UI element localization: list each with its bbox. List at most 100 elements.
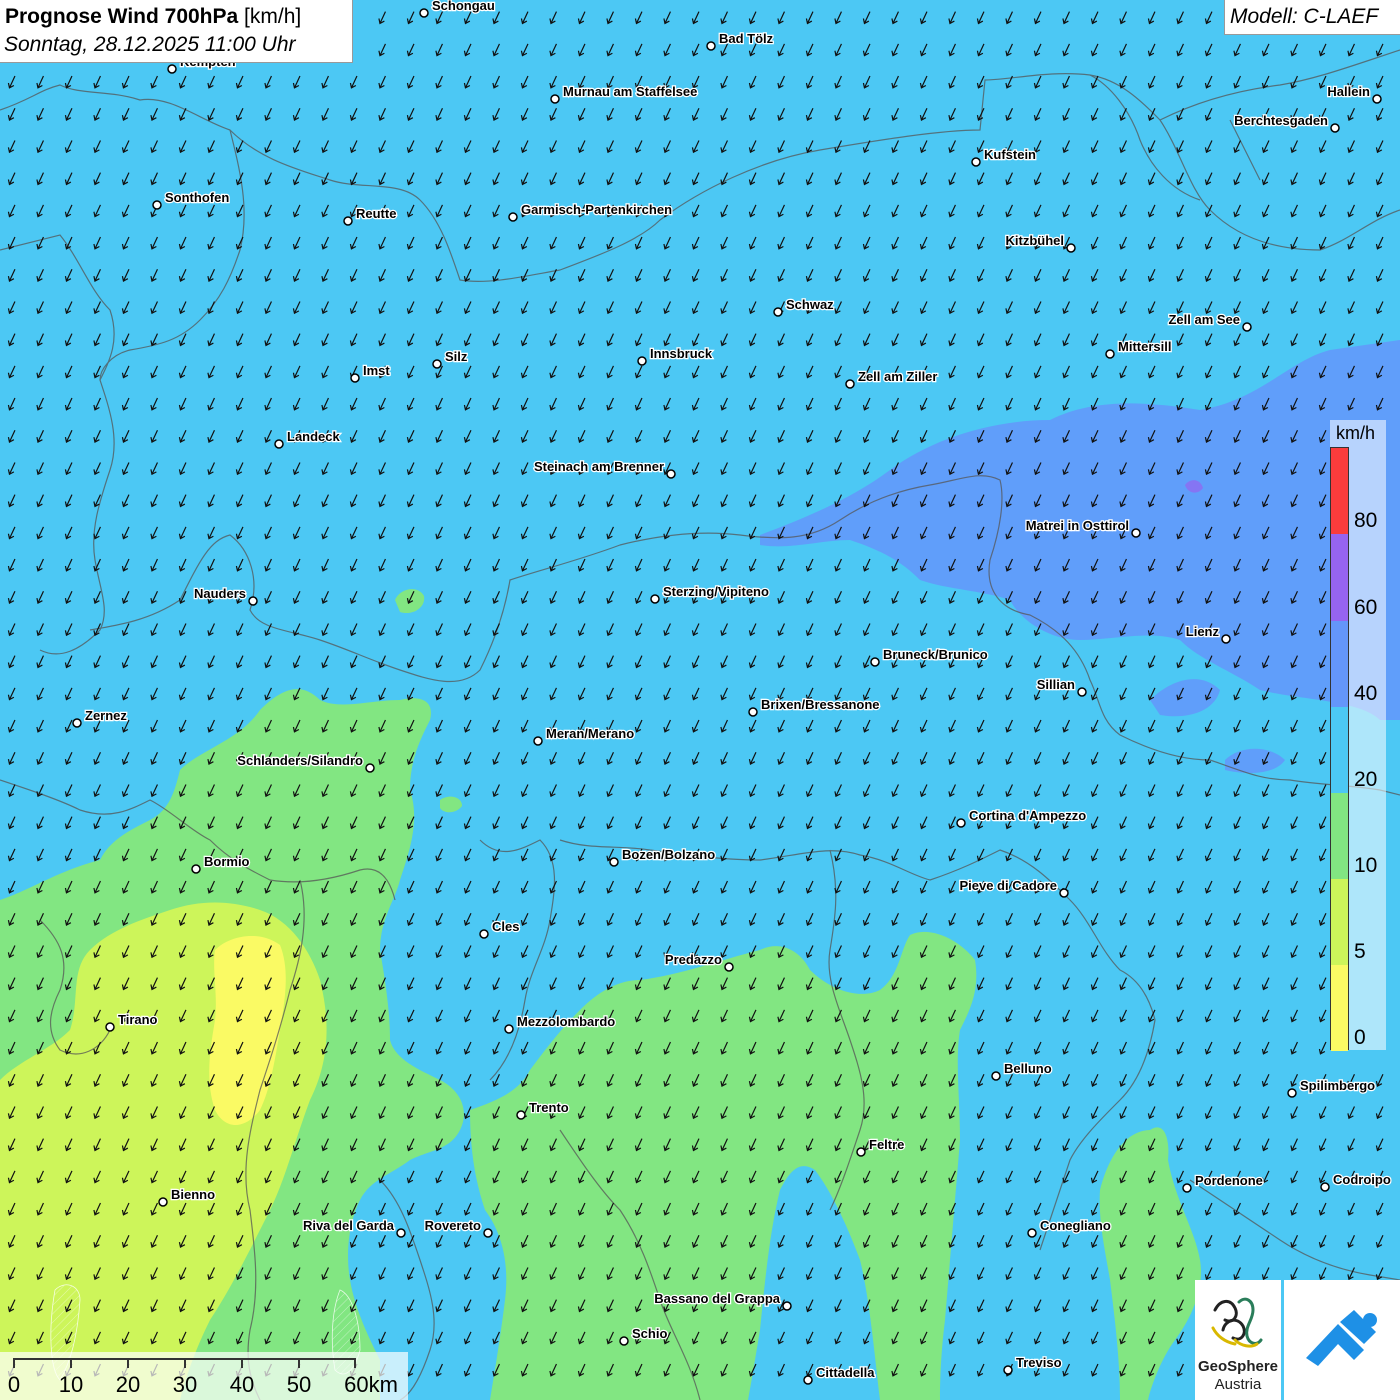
legend-seg-60-80 bbox=[1331, 534, 1348, 621]
legend-label-80: 80 bbox=[1354, 509, 1378, 532]
city-marker bbox=[1182, 1183, 1192, 1193]
legend-label-60: 60 bbox=[1354, 596, 1378, 619]
city-marker bbox=[167, 64, 177, 74]
city-label: Cortina d'Ampezzo bbox=[969, 808, 1086, 823]
city-label: Sterzing/Vipiteno bbox=[663, 584, 769, 599]
city-marker bbox=[504, 1024, 514, 1034]
legend-seg-0-5 bbox=[1331, 965, 1348, 1051]
city-marker bbox=[396, 1228, 406, 1238]
second-logo bbox=[1284, 1280, 1400, 1400]
legend-color-bar bbox=[1330, 447, 1349, 1051]
city-label: Bad Tölz bbox=[719, 31, 774, 46]
legend-label-40: 40 bbox=[1354, 682, 1378, 705]
city-label: Belluno bbox=[1004, 1061, 1052, 1076]
city-marker bbox=[845, 379, 855, 389]
city-label: Silz bbox=[445, 349, 468, 364]
color-legend: km/h 80 60 40 20 10 5 0 bbox=[1330, 420, 1386, 1051]
city-label: Schongau bbox=[432, 0, 495, 13]
scale-label-40: 40 bbox=[229, 1372, 255, 1397]
city-marker bbox=[419, 8, 429, 18]
city-label: Riva del Garda bbox=[303, 1218, 395, 1233]
city-label: Treviso bbox=[1016, 1355, 1062, 1370]
city-marker bbox=[479, 929, 489, 939]
city-label: Zernez bbox=[85, 708, 127, 723]
city-label: Pordenone bbox=[1195, 1173, 1263, 1188]
city-label: Tirano bbox=[118, 1012, 158, 1027]
city-label: Kitzbühel bbox=[1006, 233, 1065, 248]
city-marker bbox=[870, 657, 880, 667]
city-label: Sonthofen bbox=[165, 190, 229, 205]
scale-label-10: 10 bbox=[58, 1372, 84, 1397]
blue-arrow-logo-icon bbox=[1306, 1310, 1377, 1366]
forecast-datetime: Sonntag, 28.12.2025 11:00 Uhr bbox=[4, 33, 296, 56]
city-marker bbox=[637, 356, 647, 366]
legend-label-0: 0 bbox=[1354, 1026, 1366, 1049]
city-marker bbox=[1287, 1088, 1297, 1098]
city-label: Bassano del Grappa bbox=[654, 1291, 780, 1306]
city-marker bbox=[550, 94, 560, 104]
city-marker bbox=[748, 707, 758, 717]
scale-label-30: 30 bbox=[172, 1372, 198, 1397]
city-label: Hallein bbox=[1327, 84, 1370, 99]
city-label: Steinach am Brenner bbox=[534, 459, 664, 474]
city-marker bbox=[782, 1301, 792, 1311]
city-label: Berchtesgaden bbox=[1234, 113, 1328, 128]
city-label: Schlanders/Silandro bbox=[237, 753, 363, 768]
city-marker bbox=[1242, 322, 1252, 332]
scale-tick bbox=[127, 1358, 129, 1368]
city-label: Predazzo bbox=[665, 952, 722, 967]
legend-label-10: 10 bbox=[1354, 854, 1378, 877]
city-marker bbox=[1059, 888, 1069, 898]
city-marker bbox=[516, 1110, 526, 1120]
scale-tick bbox=[184, 1358, 186, 1368]
city-marker bbox=[152, 200, 162, 210]
city-label: Spilimbergo bbox=[1300, 1078, 1375, 1093]
model-label-box: Modell: C-LAEF bbox=[1224, 0, 1400, 35]
city-marker bbox=[191, 864, 201, 874]
city-marker bbox=[483, 1228, 493, 1238]
city-label: Bienno bbox=[171, 1187, 215, 1202]
city-marker bbox=[1330, 123, 1340, 133]
geosphere-name: GeoSphere bbox=[1197, 1358, 1279, 1375]
city-label: Bruneck/Brunico bbox=[883, 647, 988, 662]
city-label: Lienz bbox=[1186, 624, 1220, 639]
city-marker bbox=[609, 857, 619, 867]
city-marker bbox=[1077, 687, 1087, 697]
legend-seg-above-80 bbox=[1331, 448, 1348, 534]
city-marker bbox=[991, 1071, 1001, 1081]
city-label: Mittersill bbox=[1118, 339, 1171, 354]
scale-bar: 0 10 20 30 40 50 60km bbox=[0, 1352, 408, 1400]
legend-seg-5-10 bbox=[1331, 879, 1348, 965]
city-label: Innsbruck bbox=[650, 346, 713, 361]
city-label: Schwaz bbox=[786, 297, 834, 312]
city-marker bbox=[1221, 634, 1231, 644]
city-label: Nauders bbox=[194, 586, 246, 601]
map-title: Prognose Wind 700hPa [km/h] bbox=[5, 5, 301, 29]
city-label: Sillian bbox=[1037, 677, 1075, 692]
city-label: Schio bbox=[632, 1326, 667, 1341]
city-marker bbox=[533, 736, 543, 746]
city-marker bbox=[650, 594, 660, 604]
geosphere-logo-icon bbox=[1211, 1297, 1263, 1348]
scale-label-60km: 60km bbox=[344, 1372, 398, 1397]
city-marker bbox=[274, 439, 284, 449]
city-marker bbox=[72, 718, 82, 728]
city-marker bbox=[1320, 1182, 1330, 1192]
city-marker bbox=[432, 359, 442, 369]
model-label: Modell: C-LAEF bbox=[1230, 5, 1379, 28]
city-label: Mezzolombardo bbox=[517, 1014, 615, 1029]
city-marker bbox=[1003, 1365, 1013, 1375]
city-marker bbox=[1372, 94, 1382, 104]
city-label: Cittadella bbox=[816, 1365, 875, 1380]
city-marker bbox=[803, 1375, 813, 1385]
scale-tick bbox=[241, 1358, 243, 1368]
city-label: Codroipo bbox=[1333, 1172, 1391, 1187]
city-label: Conegliano bbox=[1040, 1218, 1111, 1233]
city-marker bbox=[1066, 243, 1076, 253]
city-label: Bozen/Bolzano bbox=[622, 847, 715, 862]
city-label: Matrei in Osttirol bbox=[1026, 518, 1129, 533]
city-label: Landeck bbox=[287, 429, 341, 444]
legend-label-20: 20 bbox=[1354, 768, 1378, 791]
city-marker bbox=[724, 962, 734, 972]
geosphere-sub: Austria bbox=[1214, 1376, 1262, 1393]
